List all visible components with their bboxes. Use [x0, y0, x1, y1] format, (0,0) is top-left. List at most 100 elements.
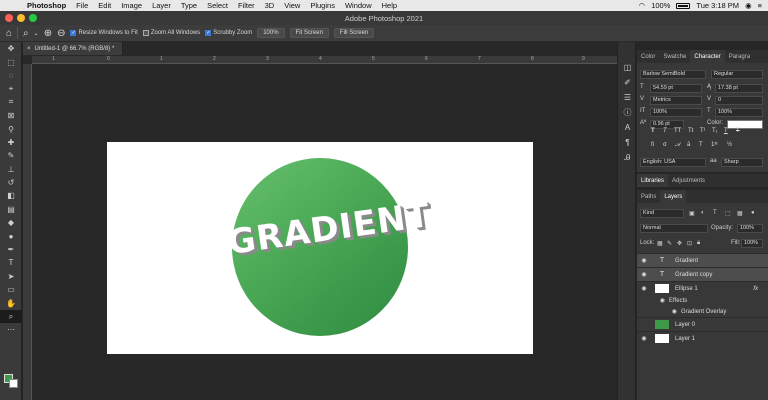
- dodge-tool-icon[interactable]: ●: [0, 229, 22, 242]
- zoom-in-icon[interactable]: ⊕: [44, 28, 52, 39]
- resize-windows-checkbox[interactable]: ✓ Resize Windows to Fit: [70, 30, 138, 36]
- menu-view[interactable]: View: [279, 1, 305, 10]
- eye-icon[interactable]: ◉: [637, 285, 651, 292]
- more-tools-icon[interactable]: ⋯: [0, 323, 22, 336]
- shape-filter-icon[interactable]: ⬚: [725, 210, 731, 217]
- swash-button[interactable]: 𝒜: [675, 142, 681, 149]
- layer-row[interactable]: ◉ T Gradient copy: [637, 267, 768, 281]
- canvas[interactable]: GRADIENT: [107, 142, 533, 354]
- font-family-select[interactable]: Barlow SemiBold: [640, 70, 706, 79]
- eye-icon[interactable]: ◉: [637, 308, 677, 315]
- menu-help[interactable]: Help: [377, 1, 402, 10]
- eraser-tool-icon[interactable]: ◧: [0, 189, 22, 202]
- tab-character[interactable]: Character: [690, 50, 725, 63]
- healing-brush-tool-icon[interactable]: ✚: [0, 136, 22, 149]
- background-color-swatch[interactable]: [9, 379, 18, 388]
- menu-edit[interactable]: Edit: [93, 1, 116, 10]
- crop-tool-icon[interactable]: ⌗: [0, 96, 22, 109]
- paragraph-icon[interactable]: ¶: [618, 135, 637, 150]
- lock-position-icon[interactable]: ✥: [677, 240, 682, 247]
- character-styles-icon[interactable]: A: [618, 120, 637, 135]
- layer-row[interactable]: Layer 0: [637, 317, 768, 331]
- eye-icon[interactable]: ◉: [637, 297, 665, 304]
- eye-icon[interactable]: ◉: [637, 257, 651, 264]
- alternates-button[interactable]: ā: [687, 142, 690, 148]
- ordinals-button[interactable]: 1ˢᵗ: [711, 142, 718, 148]
- horizontal-ruler[interactable]: 1 0 1 2 3 4 5 6 7 8 9 10: [32, 56, 635, 64]
- menu-plugins[interactable]: Plugins: [305, 1, 340, 10]
- close-window-icon[interactable]: [5, 14, 13, 22]
- opacity-field[interactable]: 100%: [737, 224, 763, 233]
- close-tab-icon[interactable]: ×: [27, 46, 31, 52]
- move-tool-icon[interactable]: ✥: [0, 42, 22, 55]
- layer-effect-row[interactable]: ◉ Gradient Overlay: [637, 306, 768, 317]
- eye-icon[interactable]: ◉: [637, 335, 651, 342]
- layer-kind-filter[interactable]: Kind: [640, 209, 684, 218]
- font-style-select[interactable]: Regular: [711, 70, 763, 79]
- filter-toggle-icon[interactable]: ●: [751, 210, 755, 216]
- clock[interactable]: Tue 3:18 PM: [696, 1, 739, 10]
- horizontal-scale-field[interactable]: 100%: [715, 108, 763, 117]
- hand-tool-icon[interactable]: ✋: [0, 296, 22, 309]
- zoom-all-windows-checkbox[interactable]: Zoom All Windows: [142, 30, 200, 36]
- properties-icon[interactable]: ☰: [618, 90, 637, 105]
- zoom-out-icon[interactable]: ⊖: [57, 28, 65, 39]
- menu-select[interactable]: Select: [202, 1, 233, 10]
- battery-icon[interactable]: [676, 2, 691, 9]
- layer-row[interactable]: ◉ Ellipse 1 fx: [637, 281, 768, 295]
- tab-libraries[interactable]: Libraries: [637, 174, 669, 187]
- tab-paragraph[interactable]: Paragra: [725, 50, 754, 63]
- fill-screen-button[interactable]: Fill Screen: [333, 28, 375, 38]
- lasso-tool-icon[interactable]: ◌: [0, 69, 22, 82]
- pixel-filter-icon[interactable]: ▣: [689, 210, 695, 217]
- tab-paths[interactable]: Paths: [637, 190, 660, 203]
- minimize-window-icon[interactable]: [17, 14, 25, 22]
- tracking-field[interactable]: 0: [715, 96, 763, 105]
- tab-color[interactable]: Color: [637, 50, 659, 63]
- menu-type[interactable]: Type: [176, 1, 202, 10]
- history-brush-tool-icon[interactable]: ↺: [0, 176, 22, 189]
- tab-swatches[interactable]: Swatche: [659, 50, 690, 63]
- strikethrough-button[interactable]: T: [736, 128, 740, 134]
- fractions-button[interactable]: ½: [727, 142, 732, 148]
- all-caps-button[interactable]: TT: [674, 128, 681, 134]
- oldstyle-button[interactable]: σ: [663, 142, 667, 148]
- brush-tool-icon[interactable]: ✎: [0, 149, 22, 162]
- fit-screen-button[interactable]: Fit Screen: [289, 28, 329, 38]
- faux-bold-button[interactable]: T: [651, 128, 655, 134]
- user-icon[interactable]: ◉: [745, 1, 752, 10]
- lock-artboard-icon[interactable]: ⊡: [687, 240, 692, 247]
- app-menu[interactable]: Photoshop: [22, 1, 71, 10]
- zoom-tool-icon[interactable]: ⌕: [23, 28, 29, 39]
- leading-field[interactable]: 17.38 pt: [715, 84, 763, 93]
- tab-layers[interactable]: Layers: [660, 190, 687, 203]
- home-icon[interactable]: ⌂: [6, 28, 12, 39]
- zoom-value-button[interactable]: 100%: [257, 28, 285, 38]
- path-selection-tool-icon[interactable]: ➤: [0, 270, 22, 283]
- eyedropper-tool-icon[interactable]: ⚲: [0, 122, 22, 135]
- eye-icon[interactable]: ◉: [637, 271, 651, 278]
- tab-adjustments[interactable]: Adjustments: [668, 174, 709, 187]
- menu-image[interactable]: Image: [116, 1, 147, 10]
- smart-object-filter-icon[interactable]: ▦: [737, 210, 743, 217]
- gradient-tool-icon[interactable]: ▤: [0, 203, 22, 216]
- superscript-button[interactable]: T¹: [700, 128, 706, 134]
- scrubby-zoom-checkbox[interactable]: ✓ Scrubby Zoom: [205, 30, 252, 36]
- kerning-field[interactable]: Metrics: [650, 96, 702, 105]
- ligature-button[interactable]: fi: [651, 142, 654, 148]
- menu-window[interactable]: Window: [340, 1, 377, 10]
- fx-badge[interactable]: fx: [753, 286, 758, 292]
- font-size-field[interactable]: 54.59 pt: [650, 84, 702, 93]
- fill-field[interactable]: 100%: [741, 239, 763, 248]
- antialias-select[interactable]: Sharp: [721, 158, 763, 167]
- lock-image-icon[interactable]: ✎: [667, 240, 672, 247]
- frame-tool-icon[interactable]: ⊠: [0, 109, 22, 122]
- menu-file[interactable]: File: [71, 1, 93, 10]
- pen-tool-icon[interactable]: ✒: [0, 243, 22, 256]
- wifi-icon[interactable]: ◠: [639, 1, 646, 10]
- faux-italic-button[interactable]: T: [663, 128, 667, 134]
- object-select-tool-icon[interactable]: ⌖: [0, 82, 22, 95]
- subscript-button[interactable]: T₁: [712, 128, 718, 134]
- lock-all-icon[interactable]: 🔒︎: [697, 240, 700, 247]
- marquee-tool-icon[interactable]: ⬚: [0, 55, 22, 68]
